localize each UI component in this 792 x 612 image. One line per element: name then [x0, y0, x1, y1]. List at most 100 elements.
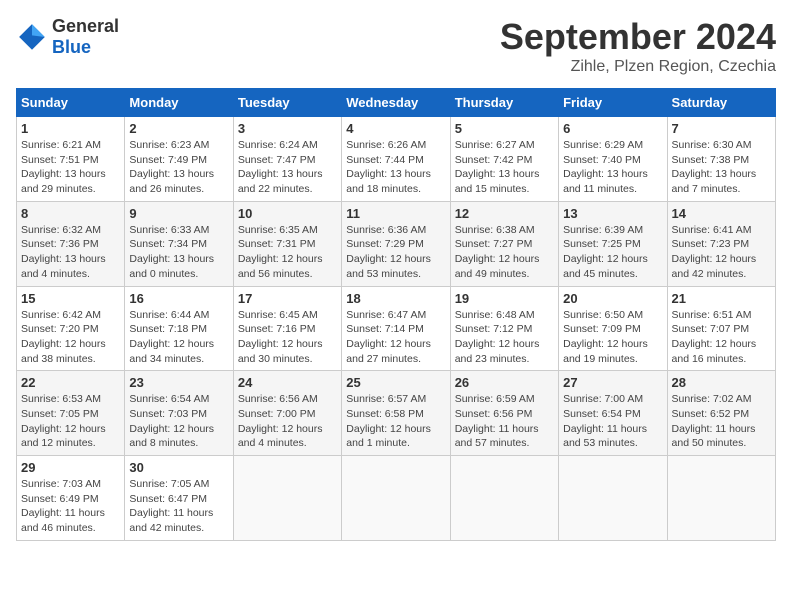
- day-info: Sunrise: 7:05 AM Sunset: 6:47 PM Dayligh…: [129, 477, 228, 536]
- col-tuesday: Tuesday: [233, 89, 341, 117]
- day-info: Sunrise: 6:26 AM Sunset: 7:44 PM Dayligh…: [346, 138, 445, 197]
- table-cell: 30 Sunrise: 7:05 AM Sunset: 6:47 PM Dayli…: [125, 456, 233, 541]
- table-cell: 13Sunrise: 6:39 AM Sunset: 7:25 PM Dayli…: [559, 201, 667, 286]
- col-thursday: Thursday: [450, 89, 558, 117]
- table-cell: 9Sunrise: 6:33 AM Sunset: 7:34 PM Daylig…: [125, 201, 233, 286]
- table-cell: [667, 456, 775, 541]
- logo-blue: Blue: [52, 37, 91, 57]
- day-number: 5: [455, 121, 554, 136]
- title-area: September 2024 Zihle, Plzen Region, Czec…: [500, 16, 776, 76]
- day-info: Sunrise: 6:39 AM Sunset: 7:25 PM Dayligh…: [563, 223, 662, 282]
- table-cell: 10 Sunrise: 6:35 AM Sunset: 7:31 PM Dayli…: [233, 201, 341, 286]
- table-cell: [559, 456, 667, 541]
- day-info: Sunrise: 6:48 AM Sunset: 7:12 PM Dayligh…: [455, 308, 554, 367]
- table-cell: 6 Sunrise: 6:29 AM Sunset: 7:40 PM Daylig…: [559, 117, 667, 202]
- table-cell: 28 Sunrise: 7:02 AM Sunset: 6:52 PM Dayli…: [667, 371, 775, 456]
- table-cell: 29 Sunrise: 7:03 AM Sunset: 6:49 PM Dayli…: [17, 456, 125, 541]
- day-info: Sunrise: 6:30 AM Sunset: 7:38 PM Dayligh…: [672, 138, 771, 197]
- table-cell: 8 Sunrise: 6:32 AM Sunset: 7:36 PM Daylig…: [17, 201, 125, 286]
- day-number: 30: [129, 460, 228, 475]
- day-info: Sunrise: 7:00 AM Sunset: 6:54 PM Dayligh…: [563, 392, 662, 451]
- day-number: 21: [672, 291, 771, 306]
- day-info: Sunrise: 6:44 AM Sunset: 7:18 PM Dayligh…: [129, 308, 228, 367]
- day-info: Sunrise: 6:33 AM Sunset: 7:34 PM Dayligh…: [129, 223, 228, 282]
- day-info: Sunrise: 6:21 AM Sunset: 7:51 PM Dayligh…: [21, 138, 120, 197]
- table-cell: 18 Sunrise: 6:47 AM Sunset: 7:14 PM Dayli…: [342, 286, 450, 371]
- col-wednesday: Wednesday: [342, 89, 450, 117]
- day-number: 12: [455, 206, 554, 221]
- day-info: Sunrise: 6:42 AM Sunset: 7:20 PM Dayligh…: [21, 308, 120, 367]
- day-info: Sunrise: 6:23 AM Sunset: 7:49 PM Dayligh…: [129, 138, 228, 197]
- day-info: Sunrise: 6:59 AM Sunset: 6:56 PM Dayligh…: [455, 392, 554, 451]
- calendar-table: Sunday Monday Tuesday Wednesday Thursday…: [16, 88, 776, 541]
- table-cell: 4 Sunrise: 6:26 AM Sunset: 7:44 PM Daylig…: [342, 117, 450, 202]
- day-info: Sunrise: 6:45 AM Sunset: 7:16 PM Dayligh…: [238, 308, 337, 367]
- table-cell: 5 Sunrise: 6:27 AM Sunset: 7:42 PM Daylig…: [450, 117, 558, 202]
- day-info: Sunrise: 7:03 AM Sunset: 6:49 PM Dayligh…: [21, 477, 120, 536]
- calendar-header: Sunday Monday Tuesday Wednesday Thursday…: [17, 89, 776, 117]
- day-number: 17: [238, 291, 337, 306]
- day-info: Sunrise: 6:53 AM Sunset: 7:05 PM Dayligh…: [21, 392, 120, 451]
- day-number: 2: [129, 121, 228, 136]
- day-number: 6: [563, 121, 662, 136]
- day-number: 15: [21, 291, 120, 306]
- day-number: 3: [238, 121, 337, 136]
- day-info: Sunrise: 6:35 AM Sunset: 7:31 PM Dayligh…: [238, 223, 337, 282]
- table-cell: 11Sunrise: 6:36 AM Sunset: 7:29 PM Dayli…: [342, 201, 450, 286]
- day-info: Sunrise: 6:51 AM Sunset: 7:07 PM Dayligh…: [672, 308, 771, 367]
- day-number: 28: [672, 375, 771, 390]
- day-info: Sunrise: 6:29 AM Sunset: 7:40 PM Dayligh…: [563, 138, 662, 197]
- table-cell: 12 Sunrise: 6:38 AM Sunset: 7:27 PM Dayli…: [450, 201, 558, 286]
- table-cell: 23Sunrise: 6:54 AM Sunset: 7:03 PM Dayli…: [125, 371, 233, 456]
- day-number: 4: [346, 121, 445, 136]
- day-info: Sunrise: 7:02 AM Sunset: 6:52 PM Dayligh…: [672, 392, 771, 451]
- day-info: Sunrise: 6:24 AM Sunset: 7:47 PM Dayligh…: [238, 138, 337, 197]
- col-sunday: Sunday: [17, 89, 125, 117]
- logo: General Blue: [16, 16, 119, 58]
- day-info: Sunrise: 6:41 AM Sunset: 7:23 PM Dayligh…: [672, 223, 771, 282]
- day-number: 8: [21, 206, 120, 221]
- day-number: 19: [455, 291, 554, 306]
- day-number: 10: [238, 206, 337, 221]
- col-saturday: Saturday: [667, 89, 775, 117]
- day-number: 18: [346, 291, 445, 306]
- table-cell: 26Sunrise: 6:59 AM Sunset: 6:56 PM Dayli…: [450, 371, 558, 456]
- day-number: 22: [21, 375, 120, 390]
- day-info: Sunrise: 6:38 AM Sunset: 7:27 PM Dayligh…: [455, 223, 554, 282]
- logo-general: General: [52, 16, 119, 36]
- header: General Blue September 2024 Zihle, Plzen…: [16, 16, 776, 76]
- day-info: Sunrise: 6:32 AM Sunset: 7:36 PM Dayligh…: [21, 223, 120, 282]
- table-cell: 14 Sunrise: 6:41 AM Sunset: 7:23 PM Dayli…: [667, 201, 775, 286]
- table-cell: 15 Sunrise: 6:42 AM Sunset: 7:20 PM Dayli…: [17, 286, 125, 371]
- table-cell: 21 Sunrise: 6:51 AM Sunset: 7:07 PM Dayli…: [667, 286, 775, 371]
- day-number: 29: [21, 460, 120, 475]
- day-number: 1: [21, 121, 120, 136]
- table-cell: 17 Sunrise: 6:45 AM Sunset: 7:16 PM Dayli…: [233, 286, 341, 371]
- table-cell: 24 Sunrise: 6:56 AM Sunset: 7:00 PM Dayli…: [233, 371, 341, 456]
- logo-icon: [16, 21, 48, 53]
- table-cell: 16 Sunrise: 6:44 AM Sunset: 7:18 PM Dayli…: [125, 286, 233, 371]
- col-friday: Friday: [559, 89, 667, 117]
- day-info: Sunrise: 6:47 AM Sunset: 7:14 PM Dayligh…: [346, 308, 445, 367]
- calendar-body: 1 Sunrise: 6:21 AM Sunset: 7:51 PM Daylig…: [17, 117, 776, 541]
- table-cell: 3 Sunrise: 6:24 AM Sunset: 7:47 PM Daylig…: [233, 117, 341, 202]
- month-title: September 2024: [500, 16, 776, 58]
- table-cell: 19 Sunrise: 6:48 AM Sunset: 7:12 PM Dayli…: [450, 286, 558, 371]
- day-number: 27: [563, 375, 662, 390]
- location: Zihle, Plzen Region, Czechia: [500, 58, 776, 76]
- day-number: 14: [672, 206, 771, 221]
- table-cell: 7Sunrise: 6:30 AM Sunset: 7:38 PM Daylig…: [667, 117, 775, 202]
- col-monday: Monday: [125, 89, 233, 117]
- day-number: 11: [346, 206, 445, 221]
- day-info: Sunrise: 6:27 AM Sunset: 7:42 PM Dayligh…: [455, 138, 554, 197]
- day-number: 16: [129, 291, 228, 306]
- table-cell: [450, 456, 558, 541]
- day-number: 23: [129, 375, 228, 390]
- day-info: Sunrise: 6:57 AM Sunset: 6:58 PM Dayligh…: [346, 392, 445, 451]
- day-number: 24: [238, 375, 337, 390]
- table-cell: 1 Sunrise: 6:21 AM Sunset: 7:51 PM Daylig…: [17, 117, 125, 202]
- table-cell: 25Sunrise: 6:57 AM Sunset: 6:58 PM Dayli…: [342, 371, 450, 456]
- table-cell: 22 Sunrise: 6:53 AM Sunset: 7:05 PM Dayli…: [17, 371, 125, 456]
- table-cell: 2 Sunrise: 6:23 AM Sunset: 7:49 PM Daylig…: [125, 117, 233, 202]
- day-info: Sunrise: 6:56 AM Sunset: 7:00 PM Dayligh…: [238, 392, 337, 451]
